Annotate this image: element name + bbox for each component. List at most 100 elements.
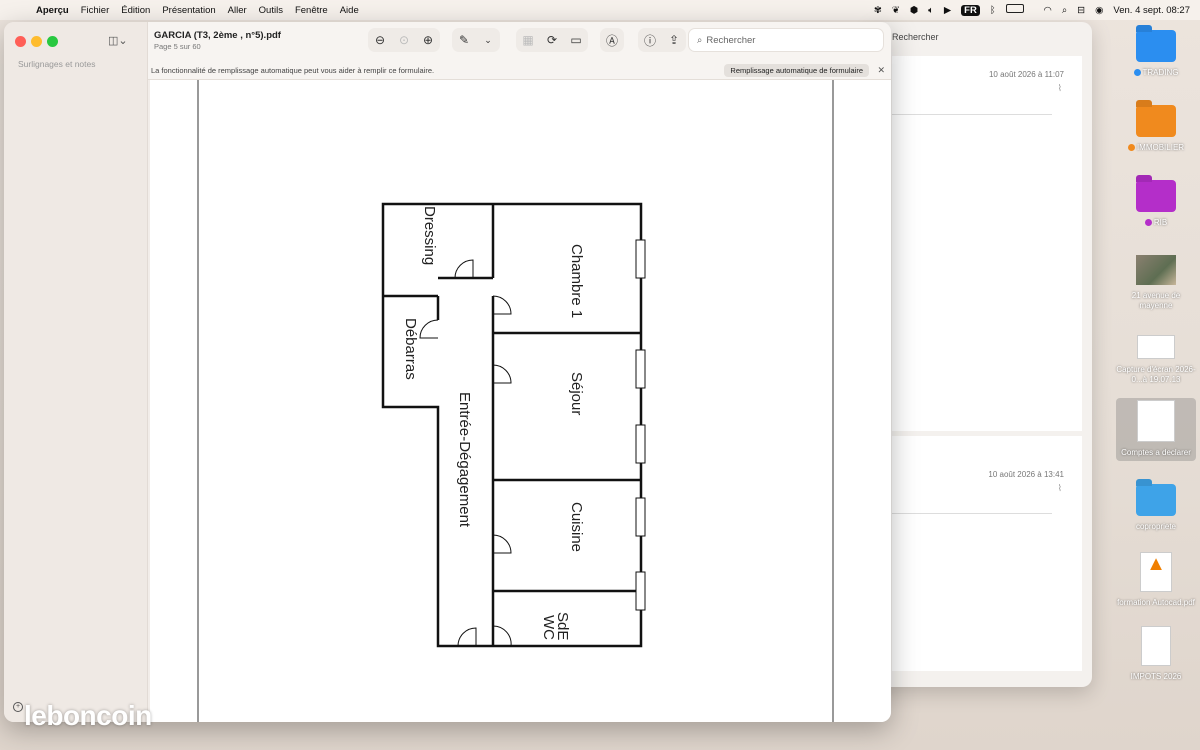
desktop-folder-trading[interactable]: TRADING: [1116, 30, 1196, 78]
menu-outils[interactable]: Outils: [259, 5, 283, 16]
sidebar-settings-icon[interactable]: +: [13, 702, 23, 712]
document-thumbnail-icon: [1137, 400, 1175, 442]
desktop-file-comptes[interactable]: Comptes a declarer: [1116, 398, 1196, 461]
menu-bar: Aperçu Fichier Édition Présentation Alle…: [0, 0, 1200, 20]
battery-icon[interactable]: [1005, 4, 1034, 16]
search-input[interactable]: ⌕ Rechercher: [688, 28, 884, 52]
input-source-badge[interactable]: FR: [961, 4, 980, 16]
preview-window[interactable]: ◫⌄ Surlignages et notes GARCIA (T3, 2ème…: [4, 22, 891, 722]
volume-icon[interactable]: 🔈︎: [928, 5, 934, 16]
menu-edition[interactable]: Édition: [121, 5, 150, 16]
document-thumbnail-icon: [1141, 626, 1171, 666]
desktop-icon-label: copropriete: [1135, 522, 1177, 531]
markup-group: ✎ ⌄: [452, 28, 500, 52]
zoom-in-icon[interactable]: ⊕: [416, 30, 440, 50]
share-icon[interactable]: ⇪: [662, 30, 686, 50]
room-label: WC: [540, 615, 557, 640]
tools-group: ▦ ⟳ ▭: [516, 28, 588, 52]
search-icon: ⌕: [697, 34, 703, 46]
desktop-folder-rib[interactable]: RIB: [1116, 180, 1196, 228]
sidebar-highlights-label: Surlignages et notes: [18, 59, 96, 69]
document-title[interactable]: GARCIA (T3, 2ème , n°5).pdf: [154, 30, 281, 41]
attachment-icon: ⌇: [1057, 83, 1062, 93]
page-indicator: Page 5 sur 60: [154, 42, 201, 51]
room-label: Chambre 1: [568, 244, 585, 318]
message-pane-2[interactable]: 10 août 2026 à 13:41 ⌇: [892, 436, 1082, 671]
desktop-screenshot-file[interactable]: Capture d'écran 2026-0...à 19.07.13: [1116, 335, 1196, 385]
folder-icon: [1136, 180, 1176, 212]
wifi-icon[interactable]: ◠: [1044, 5, 1052, 16]
close-window-button[interactable]: [15, 36, 26, 47]
desktop-photo-mayenne[interactable]: 21 avenue de mayenne: [1116, 255, 1196, 311]
zoom-group: ⊖ ⊙ ⊕: [368, 28, 440, 52]
back-window-search[interactable]: Rechercher: [892, 32, 939, 42]
desktop-icon-label: IMPOTS 2026: [1130, 672, 1182, 681]
desktop-file-autocad[interactable]: ▲ formation Autocad.pdf: [1116, 552, 1196, 608]
zoom-out-icon[interactable]: ⊖: [368, 30, 392, 50]
play-icon[interactable]: ▶︎: [944, 5, 951, 16]
spotlight-search-icon[interactable]: ⌕: [1062, 5, 1067, 16]
message-date-2: 10 août 2026 à 13:41: [988, 470, 1064, 479]
status-app-icon[interactable]: ✾: [874, 5, 882, 16]
folder-icon: [1136, 30, 1176, 62]
toolbar: GARCIA (T3, 2ème , n°5).pdf Page 5 sur 6…: [148, 22, 891, 62]
info-icon[interactable]: ⓘ: [638, 30, 662, 50]
highlight-pen-icon[interactable]: ✎: [452, 30, 476, 50]
menubar-clock[interactable]: Ven. 4 sept. 08:27: [1113, 5, 1190, 16]
markup-circle-icon[interactable]: Ⓐ: [600, 30, 624, 50]
markup-toolbar-group: Ⓐ: [600, 28, 624, 52]
annotate-icon[interactable]: ▭: [564, 30, 588, 50]
screenshot-thumbnail-icon: [1137, 335, 1175, 359]
floor-plan: Dressing Chambre 1 Débarras Séjour Entré…: [197, 80, 834, 722]
photo-thumbnail-icon: [1136, 255, 1176, 285]
desktop-folder-immobilier[interactable]: IMMOBILIER: [1116, 105, 1196, 153]
message-pane-1[interactable]: 10 août 2026 à 11:07 ⌇: [892, 56, 1082, 431]
room-label: Entrée-Dégagement: [456, 392, 473, 528]
status-shield-icon[interactable]: ⬢: [910, 5, 918, 16]
menu-aide[interactable]: Aide: [340, 5, 359, 16]
desktop-icon-label: Comptes a declarer: [1121, 448, 1191, 457]
sidebar: ◫⌄ Surlignages et notes: [4, 22, 148, 722]
desktop-file-impots[interactable]: IMPOTS 2026: [1116, 626, 1196, 682]
zoom-fit-icon[interactable]: ⊙: [392, 30, 416, 50]
status-feather-icon[interactable]: ❦: [892, 5, 900, 16]
autofill-banner: La fonctionnalité de remplissage automat…: [148, 62, 891, 80]
desktop-icon-label: formation Autocad.pdf: [1117, 598, 1195, 607]
search-placeholder: Rechercher: [706, 34, 756, 46]
desktop-icon-label: Capture d'écran 2026-0...à 19.07.13: [1116, 365, 1196, 384]
room-label: Dressing: [421, 206, 438, 265]
chevron-down-icon[interactable]: ⌄: [476, 30, 500, 50]
control-center-icon[interactable]: ⊟: [1077, 5, 1085, 16]
document-page[interactable]: Dressing Chambre 1 Débarras Séjour Entré…: [150, 80, 891, 722]
desktop-icon-label: RIB: [1153, 218, 1168, 227]
close-icon[interactable]: ✕: [877, 65, 885, 76]
room-label: Cuisine: [568, 502, 585, 552]
watermark-logo: leboncoin: [24, 700, 152, 731]
autofill-button[interactable]: Remplissage automatique de formulaire: [724, 64, 869, 77]
siri-icon[interactable]: ◉: [1095, 5, 1103, 16]
folder-icon: [1136, 484, 1176, 516]
message-date-1: 10 août 2026 à 11:07: [988, 70, 1064, 79]
menu-presentation[interactable]: Présentation: [162, 5, 215, 16]
info-share-group: ⓘ ⇪: [638, 28, 686, 52]
desktop-icon-label: IMMOBILIER: [1136, 143, 1185, 152]
bluetooth-icon[interactable]: ᛒ: [990, 5, 996, 16]
vlc-cone-icon: ▲: [1140, 552, 1172, 592]
menu-app[interactable]: Aperçu: [36, 5, 69, 16]
minimize-window-button[interactable]: [31, 36, 42, 47]
background-mail-window[interactable]: Rechercher 10 août 2026 à 11:07 ⌇ 10 aoû…: [870, 22, 1092, 687]
zoom-window-button[interactable]: [47, 36, 58, 47]
form-fill-icon[interactable]: ▦: [516, 30, 540, 50]
rotate-icon[interactable]: ⟳: [540, 30, 564, 50]
folder-icon: [1136, 105, 1176, 137]
autofill-message: La fonctionnalité de remplissage automat…: [151, 66, 435, 75]
desktop-icon-label: 21 avenue de mayenne: [1131, 291, 1181, 310]
sidebar-toggle-icon[interactable]: ◫⌄: [108, 34, 128, 47]
menu-fichier[interactable]: Fichier: [81, 5, 110, 16]
menu-aller[interactable]: Aller: [228, 5, 247, 16]
room-label: Débarras: [402, 318, 419, 380]
room-label: Séjour: [568, 372, 585, 415]
menu-fenetre[interactable]: Fenêtre: [295, 5, 328, 16]
desktop-icon-label: TRADING: [1142, 68, 1179, 77]
desktop-folder-copropriete[interactable]: copropriete: [1116, 484, 1196, 532]
